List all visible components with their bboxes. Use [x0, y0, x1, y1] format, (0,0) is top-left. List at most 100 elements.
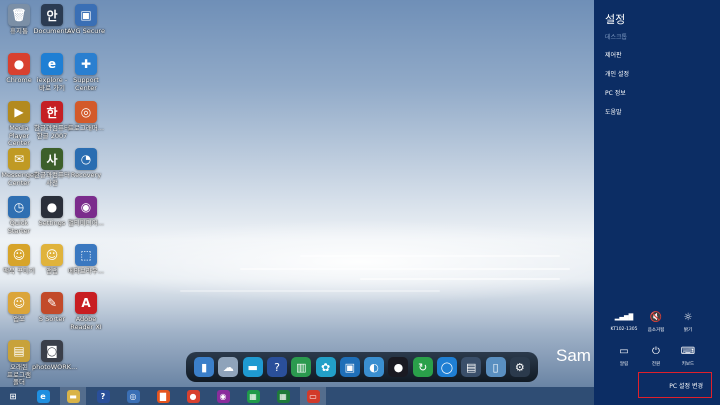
start-button-icon: ⊞	[6, 389, 20, 403]
avg-secure-shortcut[interactable]: ▣ AVG Secure	[66, 4, 106, 36]
dock-app-6-icon[interactable]: ✿	[315, 357, 336, 377]
multimedia-shortcut[interactable]: ◉ 멀티미디어...	[66, 196, 106, 228]
dock-app-10-icon[interactable]: ↻	[412, 357, 433, 377]
dock-app-9-icon[interactable]: ●	[388, 357, 409, 377]
brand-logo-text: Sam	[556, 346, 591, 365]
dock-app-5-icon[interactable]: ▥	[291, 357, 312, 377]
keyboard-icon: ⌨	[680, 345, 696, 357]
volume-label: 음소거됨	[647, 328, 665, 333]
pc-info-link[interactable]: PC 정보	[605, 88, 626, 97]
brightness-button[interactable]: ☼ 밝기	[671, 310, 705, 334]
desktop-icon-label: photoWORK...	[32, 363, 78, 371]
documents-shortcut-icon: 안	[41, 4, 63, 26]
app-dock: ▮ ☁ ▬? ▥ ✿ ▣ ◐ ● ↻ ◯ ▤ ▯ ⚙	[186, 352, 538, 382]
change-pc-settings-button[interactable]: PC 설정 변경	[638, 372, 712, 398]
dock-app-1-icon[interactable]: ▮	[194, 357, 215, 377]
taskbar-app-icon: ◎	[126, 389, 140, 403]
taskbar-office-icon: ▇	[156, 389, 170, 403]
help-link[interactable]: 도움말	[605, 107, 622, 116]
app-helper-icon: ☺	[8, 292, 30, 314]
meta-browser-icon: ⬚	[75, 244, 97, 266]
desktop-icon-label: 메타브라우...	[67, 267, 105, 275]
settings-charm-panel: 설정 데스크톱 제어판 개인 설정 PC 정보 도움말 ▂▄▆█ KT102-1…	[594, 0, 720, 405]
taskbar-ie-icon: e	[36, 389, 50, 403]
dock-gear-icon[interactable]: ⚙	[509, 357, 530, 377]
personalization-link[interactable]: 개인 설정	[605, 69, 629, 78]
dock-help-icon[interactable]: ?	[266, 357, 287, 377]
desktop-icon-label: Support Center	[73, 76, 99, 92]
taskbar-explorer-icon: ▬	[66, 389, 80, 403]
dock-app-3-icon[interactable]: ▬	[242, 357, 263, 377]
s-sorter-icon: ✎	[41, 292, 63, 314]
meta-browser-shortcut[interactable]: ⬚ 메타브라우...	[66, 244, 106, 276]
dock-app-7-icon[interactable]: ▣	[339, 357, 360, 377]
recovery-shortcut[interactable]: ◔ Recovery	[66, 148, 106, 180]
recycle-bin-icon: 🗑	[8, 4, 30, 26]
taskbar-store-icon[interactable]: ▦	[240, 387, 266, 405]
messenger-center-icon: ✉	[8, 148, 30, 170]
taskbar-chrome-icon: ●	[186, 389, 200, 403]
light-streak	[180, 290, 440, 292]
notifications-label: 알림	[619, 362, 629, 367]
settings-icon: ●	[41, 196, 63, 218]
adobe-reader-shortcut[interactable]: A Adobe Reader XI	[66, 292, 106, 331]
chrome-icon: ●	[8, 53, 30, 75]
control-panel-link[interactable]: 제어판	[605, 50, 622, 59]
taskbar-paint-icon[interactable]: ▭	[300, 387, 326, 405]
taskbar-ie-icon[interactable]: e	[30, 387, 56, 405]
brightness-label: 밝기	[683, 328, 693, 333]
programmer-tool-shortcut[interactable]: ◎ 프로그래머...	[66, 101, 106, 133]
programmer-tool-icon: ◎	[75, 101, 97, 123]
dock-app-13-icon[interactable]: ▯	[485, 357, 506, 377]
charm-subtitle: 데스크톱	[605, 34, 628, 41]
start-button[interactable]: ⊞	[0, 387, 26, 405]
network-button[interactable]: ▂▄▆█ KT102-1305	[607, 310, 641, 333]
brightness-icon: ☼	[683, 311, 693, 323]
desktop-icon-label: 멀티미디어...	[67, 219, 105, 227]
taskbar-excel-icon[interactable]: ▦	[270, 387, 296, 405]
taskbar-chrome-icon[interactable]: ●	[180, 387, 206, 405]
light-streak	[240, 268, 570, 270]
power-label: 전원	[651, 362, 661, 367]
taskbar-app-icon[interactable]: ◎	[120, 387, 146, 405]
power-button[interactable]: ⏻ 전원	[639, 344, 673, 368]
taskbar-excel-icon: ▦	[276, 389, 290, 403]
avg-secure-icon: ▣	[75, 4, 97, 26]
hangul-dictionary-icon: 사	[41, 148, 63, 170]
network-label: KT102-1305	[610, 327, 638, 332]
recovery-icon: ◔	[75, 148, 97, 170]
taskbar-help-icon[interactable]: ?	[90, 387, 116, 405]
app-lab-icon: ☺	[41, 244, 63, 266]
taskbar-media-icon: ◉	[216, 389, 230, 403]
photowork-icon: ◙	[41, 340, 63, 362]
dock-app-11-icon[interactable]: ◯	[436, 357, 457, 377]
keyboard-label: 키보드	[681, 362, 695, 367]
taskbar: ⊞ e ▬? ◎ ▇ ● ◉ ▦ ▦ ▭	[0, 387, 594, 405]
volume-muted-icon: 🔇	[649, 311, 663, 323]
keyboard-button[interactable]: ⌨ 키보드	[671, 344, 705, 368]
dock-app-8-icon[interactable]: ◐	[364, 357, 385, 377]
dock-app-12-icon[interactable]: ▤	[461, 357, 482, 377]
taskbar-explorer-icon[interactable]: ▬	[60, 387, 86, 405]
desktop-icon-label: Adobe Reader XI	[70, 315, 102, 331]
taskbar-office-icon[interactable]: ▇	[150, 387, 176, 405]
desktop-icon-label: Recovery	[70, 171, 102, 179]
adobe-reader-icon: A	[75, 292, 97, 314]
notifications-button[interactable]: ▭ 알림	[607, 344, 641, 368]
decorate-icon: ☺	[8, 244, 30, 266]
support-center-icon: ✚	[75, 53, 97, 75]
taskbar-paint-icon: ▭	[306, 389, 320, 403]
multimedia-icon: ◉	[75, 196, 97, 218]
internet-explorer-icon: e	[41, 53, 63, 75]
light-streak	[300, 255, 560, 257]
photowork-shortcut[interactable]: ◙ photoWORK...	[32, 340, 78, 372]
volume-button[interactable]: 🔇 음소거됨	[639, 310, 673, 334]
taskbar-media-icon[interactable]: ◉	[210, 387, 236, 405]
notifications-icon: ▭	[619, 345, 629, 357]
quick-starter-icon: ◷	[8, 196, 30, 218]
support-center-shortcut[interactable]: ✚ Support Center	[66, 53, 106, 92]
desktop-icon-label: 프로그래머...	[67, 124, 105, 132]
dock-app-2-icon[interactable]: ☁	[218, 357, 239, 377]
taskbar-store-icon: ▦	[246, 389, 260, 403]
charm-title: 설정	[605, 13, 626, 26]
